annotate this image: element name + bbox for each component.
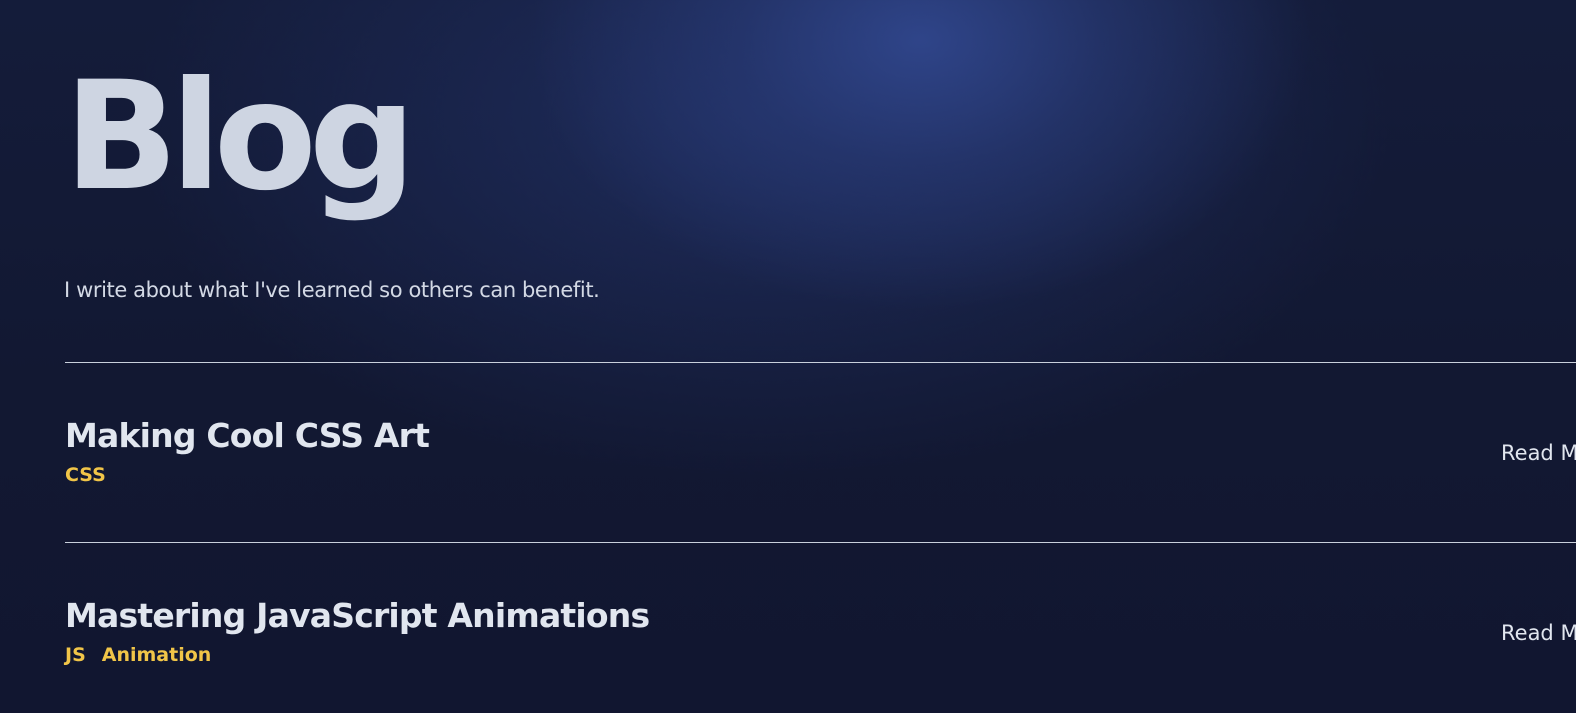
post-tags: CSS <box>65 464 106 486</box>
post-tags: JS Animation <box>65 644 211 666</box>
tag-badge[interactable]: Animation <box>102 644 212 666</box>
blog-page: Blog I write about what I've learned so … <box>0 0 1576 713</box>
divider <box>65 362 1576 363</box>
tag-badge[interactable]: CSS <box>65 464 106 486</box>
page-subtitle: I write about what I've learned so other… <box>64 278 600 302</box>
read-more-link[interactable]: Read More <box>1501 441 1576 465</box>
tag-badge[interactable]: JS <box>65 644 86 666</box>
page-title: Blog <box>64 50 416 224</box>
post-title-link[interactable]: Mastering JavaScript Animations <box>65 596 650 635</box>
post-title-link[interactable]: Making Cool CSS Art <box>65 416 430 455</box>
read-more-link[interactable]: Read More <box>1501 621 1576 645</box>
divider <box>65 542 1576 543</box>
